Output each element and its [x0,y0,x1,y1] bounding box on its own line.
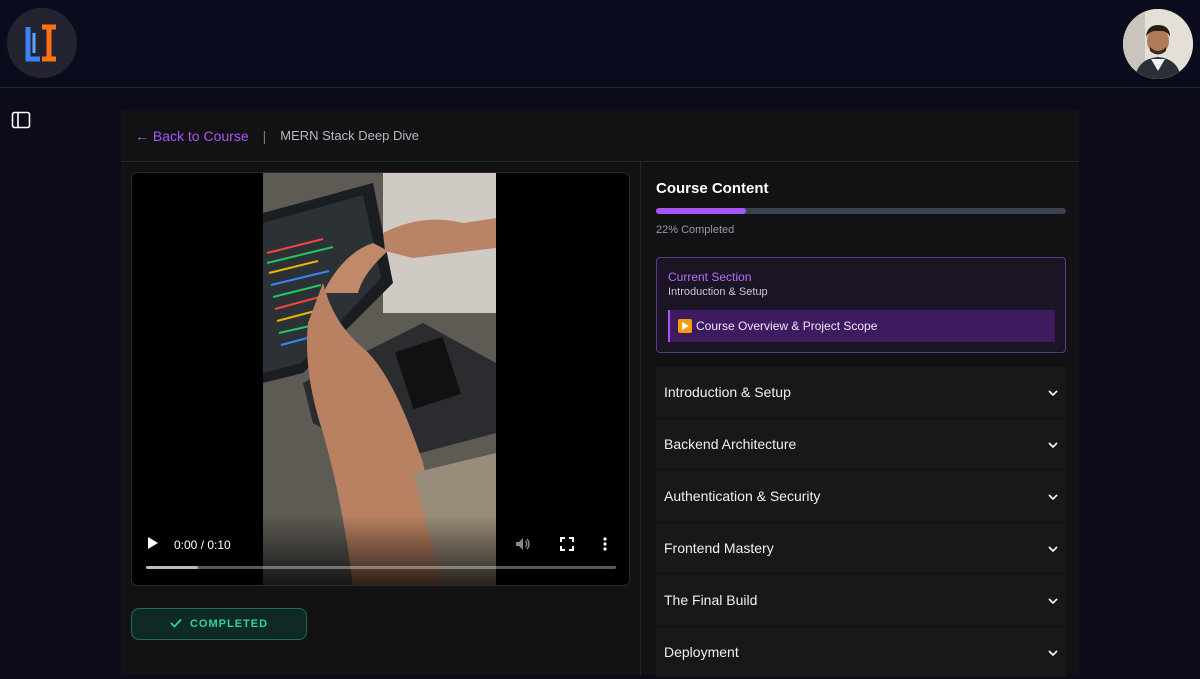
volume-icon[interactable] [515,536,531,557]
top-bar [0,0,1200,88]
brand-logo-icon[interactable] [7,8,77,78]
course-progress-fill [656,208,747,214]
course-title: MERN Stack Deep Dive [280,128,419,143]
section-item[interactable]: The Final Build [656,575,1066,625]
section-item[interactable]: Introduction & Setup [656,367,1066,417]
back-to-course-link[interactable]: ← Back to Course [135,128,249,144]
completed-button[interactable]: COMPLETED [131,608,307,640]
section-label: Authentication & Security [664,488,821,504]
user-avatar[interactable] [1123,9,1193,79]
check-icon [170,618,182,631]
section-label: The Final Build [664,592,758,608]
course-content-sidebar: Course Content 22% Completed Current Sec… [640,162,1079,677]
current-section-card: Current Section Introduction & Setup Cou… [656,257,1066,353]
current-section-name: Introduction & Setup [668,286,768,298]
fullscreen-icon[interactable] [559,536,575,557]
course-progress-bar [656,208,1066,214]
section-item[interactable]: Authentication & Security [656,471,1066,521]
section-label: Frontend Mastery [664,540,774,556]
current-lesson[interactable]: Course Overview & Project Scope [668,310,1055,342]
chevron-down-icon [1048,487,1058,505]
section-item[interactable]: Backend Architecture [656,419,1066,469]
play-icon[interactable] [146,535,160,556]
breadcrumb-separator: | [262,127,267,144]
video-player[interactable]: 0:00 / 0:10 [131,172,630,586]
section-item[interactable]: Frontend Mastery [656,523,1066,573]
chevron-down-icon [1048,591,1058,609]
play-button-icon [678,319,692,333]
chevron-down-icon [1048,643,1058,661]
section-list: Introduction & Setup Backend Architectur… [656,367,1066,679]
sidebar-toggle-icon[interactable] [8,108,34,132]
breadcrumb: ← Back to Course | MERN Stack Deep Dive [121,110,1079,162]
section-label: Backend Architecture [664,436,797,452]
section-label: Introduction & Setup [664,384,791,400]
section-item[interactable]: Deployment [656,627,1066,677]
video-controls: 0:00 / 0:10 [132,515,629,585]
current-lesson-label: Course Overview & Project Scope [696,319,878,333]
chevron-down-icon [1048,383,1058,401]
chevron-down-icon [1048,539,1058,557]
video-seek-bar[interactable] [146,566,616,569]
video-time: 0:00 / 0:10 [174,538,231,552]
section-label: Deployment [664,644,739,660]
chevron-down-icon [1048,435,1058,453]
completed-label: COMPLETED [189,618,269,630]
course-player-panel: ← Back to Course | MERN Stack Deep Dive [121,110,1079,677]
course-content-title: Course Content [656,180,769,197]
video-buffered [146,566,198,569]
current-section-label: Current Section [668,270,752,284]
course-progress-label: 22% Completed [656,224,735,236]
more-options-icon[interactable] [602,536,608,557]
